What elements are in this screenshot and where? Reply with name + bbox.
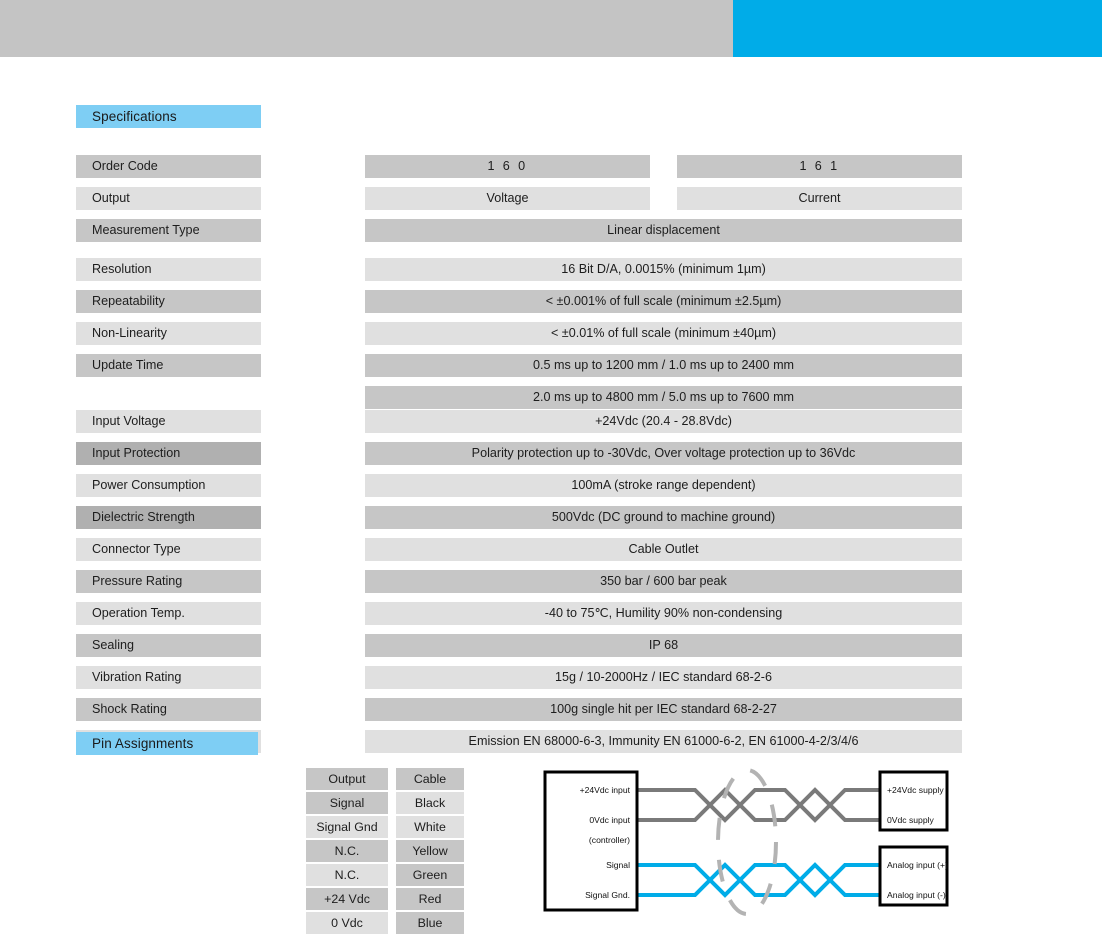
row-value: Emission EN 68000-6-3, Immunity EN 61000… — [365, 730, 962, 753]
table-row: Non-Linearity < ±0.01% of full scale (mi… — [0, 322, 1102, 348]
table-row: Power Consumption 100mA (stroke range de… — [0, 474, 1102, 500]
header-band-gray — [0, 0, 733, 57]
page-header-band — [0, 0, 1102, 57]
pin-cable: Green — [396, 864, 464, 886]
table-row: Repeatability < ±0.001% of full scale (m… — [0, 290, 1102, 316]
pin-function: Signal Gnd — [306, 816, 388, 838]
row-label-empty — [76, 386, 261, 409]
row-label: Connector Type — [76, 538, 261, 561]
row-label: Sealing — [76, 634, 261, 657]
table-row: Input Protection Polarity protection up … — [0, 442, 1102, 468]
table-row: Input Voltage +24Vdc (20.4 - 28.8Vdc) — [0, 410, 1102, 436]
row-label: Input Voltage — [76, 410, 261, 433]
row-label: Dielectric Strength — [76, 506, 261, 529]
controller-sublabel: (controller) — [589, 835, 630, 845]
pin-function: +24 Vdc — [306, 888, 388, 910]
row-value: 500Vdc (DC ground to machine ground) — [365, 506, 962, 529]
table-row: Update Time 0.5 ms up to 1200 mm / 1.0 m… — [0, 354, 1102, 380]
table-row: Pressure Rating 350 bar / 600 bar peak — [0, 570, 1102, 596]
power-wire-pair — [637, 787, 880, 823]
table-row: Dielectric Strength 500Vdc (DC ground to… — [0, 506, 1102, 532]
table-row: Sealing IP 68 — [0, 634, 1102, 660]
section-heading-specifications: Specifications — [76, 105, 261, 128]
pin-cable: Black — [396, 792, 464, 814]
row-value: IP 68 — [365, 634, 962, 657]
wiring-diagram: +24Vdc input 0Vdc input (controller) Sig… — [540, 762, 950, 922]
row-value: < ±0.01% of full scale (minimum ±40µm) — [365, 322, 962, 345]
row-value: 16 Bit D/A, 0.0015% (minimum 1µm) — [365, 258, 962, 281]
pin-cable: Red — [396, 888, 464, 910]
signal-wire-pair — [637, 862, 880, 898]
pin-cable: Cable — [396, 768, 464, 790]
row-value: 0.5 ms up to 1200 mm / 1.0 ms up to 2400… — [365, 354, 962, 377]
row-value: Linear displacement — [365, 219, 962, 242]
electrical-specs-table: Input Voltage +24Vdc (20.4 - 28.8Vdc) In… — [0, 410, 1102, 762]
row-label: Output — [76, 187, 261, 210]
table-row: Order Code 1 6 0 1 6 1 — [0, 155, 1102, 181]
controller-terminal-24v: +24Vdc input — [580, 785, 631, 795]
row-label: Power Consumption — [76, 474, 261, 497]
order-code-table: Order Code 1 6 0 1 6 1 Output Voltage Cu… — [0, 155, 1102, 251]
row-label: Measurement Type — [76, 219, 261, 242]
row-label: Resolution — [76, 258, 261, 281]
table-row: Measurement Type Linear displacement — [0, 219, 1102, 245]
pin-function: Signal — [306, 792, 388, 814]
row-label: Update Time — [76, 354, 261, 377]
row-value: 100g single hit per IEC standard 68-2-27 — [365, 698, 962, 721]
row-value: 2.0 ms up to 4800 mm / 5.0 ms up to 7600… — [365, 386, 962, 409]
controller-terminal-sig: Signal — [606, 860, 630, 870]
pin-function: Output — [306, 768, 388, 790]
row-value-161: Current — [677, 187, 962, 210]
row-label: Pressure Rating — [76, 570, 261, 593]
controller-terminal-0v: 0Vdc input — [589, 815, 630, 825]
pin-function: N.C. — [306, 864, 388, 886]
analog-terminal-neg: Analog input (-) — [887, 890, 946, 900]
pin-cable: Blue — [396, 912, 464, 934]
row-value-161: 1 6 1 — [677, 155, 962, 178]
row-label: Vibration Rating — [76, 666, 261, 689]
row-label: Repeatability — [76, 290, 261, 313]
row-value: < ±0.001% of full scale (minimum ±2.5µm) — [365, 290, 962, 313]
table-row: Resolution 16 Bit D/A, 0.0015% (minimum … — [0, 258, 1102, 284]
row-value: Polarity protection up to -30Vdc, Over v… — [365, 442, 962, 465]
header-band-blue — [733, 0, 1102, 57]
table-row: Shock Rating 100g single hit per IEC sta… — [0, 698, 1102, 724]
table-row: Output Voltage Current — [0, 187, 1102, 213]
row-value: 15g / 10-2000Hz / IEC standard 68-2-6 — [365, 666, 962, 689]
pin-function: 0 Vdc — [306, 912, 388, 934]
pin-cable: White — [396, 816, 464, 838]
accuracy-table: Resolution 16 Bit D/A, 0.0015% (minimum … — [0, 258, 1102, 418]
row-label: Operation Temp. — [76, 602, 261, 625]
row-label: Order Code — [76, 155, 261, 178]
row-value-160: Voltage — [365, 187, 650, 210]
row-label: Non-Linearity — [76, 322, 261, 345]
row-value: 350 bar / 600 bar peak — [365, 570, 962, 593]
section-heading-pin-assignments: Pin Assignments — [76, 732, 258, 755]
table-row: Connector Type Cable Outlet — [0, 538, 1102, 564]
table-row: 2.0 ms up to 4800 mm / 5.0 ms up to 7600… — [0, 386, 1102, 412]
table-row: Operation Temp. -40 to 75℃, Humility 90%… — [0, 602, 1102, 628]
row-value: Cable Outlet — [365, 538, 962, 561]
row-value-160: 1 6 0 — [365, 155, 650, 178]
controller-terminal-sgnd: Signal Gnd. — [585, 890, 630, 900]
supply-terminal-24v: +24Vdc supply — [887, 785, 944, 795]
supply-terminal-0v: 0Vdc supply — [887, 815, 935, 825]
pin-cable: Yellow — [396, 840, 464, 862]
row-label: Input Protection — [76, 442, 261, 465]
pin-function: N.C. — [306, 840, 388, 862]
analog-terminal-pos: Analog input (+) — [887, 860, 948, 870]
row-value: 100mA (stroke range dependent) — [365, 474, 962, 497]
row-value: -40 to 75℃, Humility 90% non-condensing — [365, 602, 962, 625]
row-label: Shock Rating — [76, 698, 261, 721]
table-row: Vibration Rating 15g / 10-2000Hz / IEC s… — [0, 666, 1102, 692]
row-value: +24Vdc (20.4 - 28.8Vdc) — [365, 410, 962, 433]
